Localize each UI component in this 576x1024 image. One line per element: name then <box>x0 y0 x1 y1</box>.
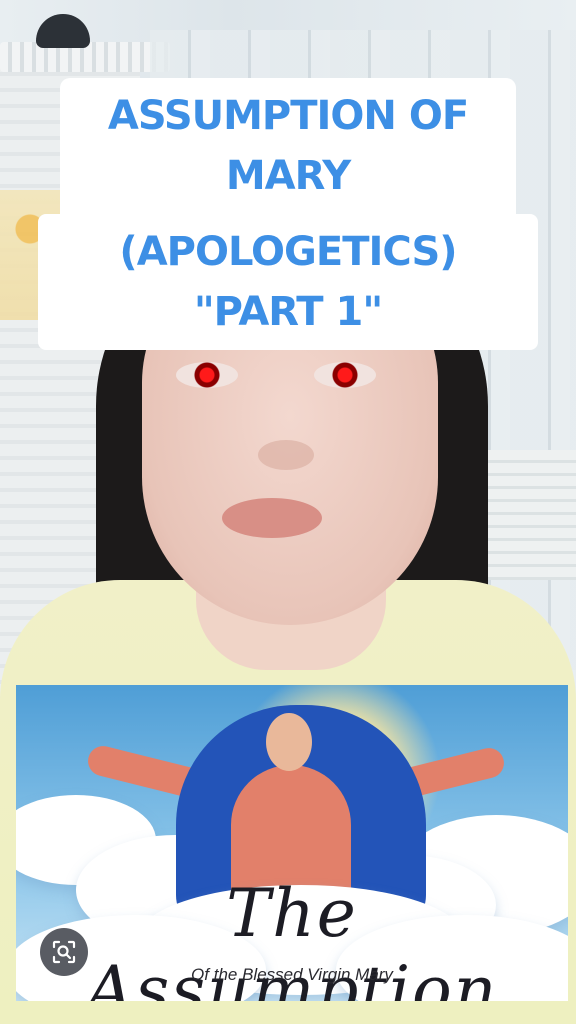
lens-search-icon <box>52 940 76 964</box>
person-nose <box>258 440 314 470</box>
title-line-2: (APOLOGETICS) "PART 1" <box>38 214 538 350</box>
title-line-1: ASSUMPTION OF MARY <box>60 78 516 214</box>
mary-head <box>266 713 312 771</box>
right-eye-red-filter <box>314 362 376 388</box>
person-lips <box>222 498 322 538</box>
assumption-image: The Assumption Of the Blessed Virgin Mar… <box>16 685 568 1001</box>
title-overlay: ASSUMPTION OF MARY (APOLOGETICS) "PART 1… <box>0 78 576 350</box>
lens-search-button[interactable] <box>40 928 88 976</box>
left-eye-red-filter <box>176 362 238 388</box>
image-subtitle: Of the Blessed Virgin Mary <box>191 965 393 984</box>
